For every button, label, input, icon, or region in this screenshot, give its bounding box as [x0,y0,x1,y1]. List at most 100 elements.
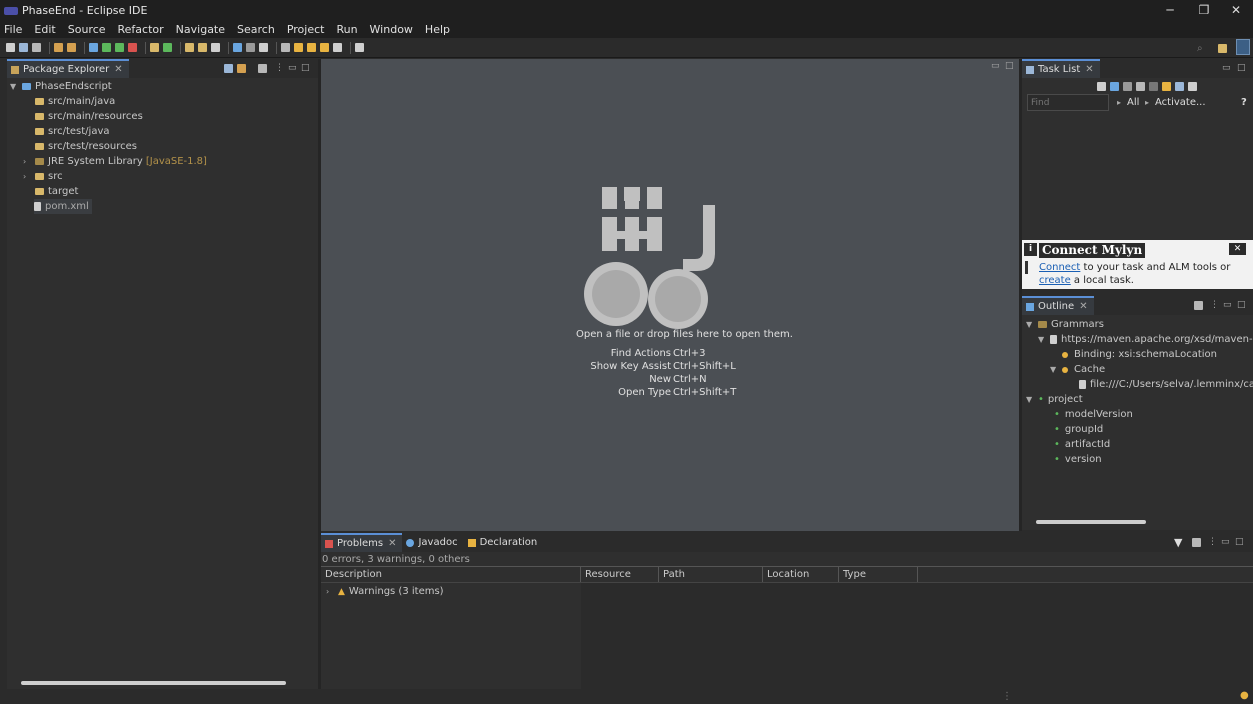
outline-node-groupid[interactable]: • groupId [1054,422,1103,437]
maximize-view-icon[interactable]: □ [301,63,310,73]
outline-node-project[interactable]: ▼ • project [1026,392,1083,407]
connect-link[interactable]: Connect [1039,262,1080,273]
scheduled-icon[interactable] [1123,81,1132,91]
maximize-view-icon[interactable]: □ [1005,61,1014,71]
run-icon[interactable] [102,43,111,52]
filter-icon[interactable]: ▼ [1174,536,1182,549]
tab-javadoc[interactable]: Javadoc [402,533,463,552]
close-icon[interactable]: ✕ [1085,64,1093,75]
chevron-down-icon[interactable]: ▼ [1026,320,1034,329]
open-task-icon[interactable] [198,43,207,52]
outline-node-grammars[interactable]: ▼ Grammars [1026,317,1104,332]
menu-edit[interactable]: Edit [34,23,55,36]
pencil-icon[interactable] [211,43,220,52]
outline-node-schema[interactable]: ▼ https://maven.apache.org/xsd/maven-4.0… [1038,332,1253,347]
create-link[interactable]: create [1039,275,1071,286]
chevron-right-icon[interactable]: › [326,587,334,596]
activate-link[interactable]: Activate... [1155,97,1206,108]
menu-run[interactable]: Run [336,23,357,36]
java-perspective-icon[interactable] [1236,39,1250,55]
tree-item-src-main-java[interactable]: src/main/java [35,94,115,109]
filter-all-link[interactable]: All [1127,97,1139,108]
column-type[interactable]: Type [839,567,918,582]
menu-help[interactable]: Help [425,23,450,36]
tab-problems[interactable]: Problems ✕ [321,533,403,552]
external-tools-icon[interactable] [128,43,137,52]
new-task-icon[interactable] [1097,81,1106,91]
outline-node-modelversion[interactable]: • modelVersion [1054,407,1133,422]
menu-search[interactable]: Search [237,23,275,36]
minimize-button[interactable]: ─ [1153,0,1187,21]
save-all-icon[interactable] [32,43,41,52]
new-icon[interactable] [6,43,15,52]
next-annotation-icon[interactable] [281,43,290,52]
focus-icon[interactable] [258,64,267,73]
sync-icon[interactable] [1162,81,1171,91]
new-package-icon[interactable] [150,43,159,52]
tree-item-target[interactable]: target [35,184,78,199]
horizontal-scrollbar[interactable] [1036,520,1146,524]
close-icon[interactable]: ✕ [1229,243,1246,255]
horizontal-scrollbar[interactable] [21,681,286,685]
chevron-down-icon[interactable]: ▼ [10,82,18,91]
minimize-view-icon[interactable]: ▭ [1222,63,1231,73]
maximize-view-icon[interactable]: □ [1237,63,1246,73]
collapse-all-icon[interactable] [1175,81,1184,91]
collapse-all-icon[interactable] [224,64,233,73]
help-icon[interactable]: ? [1241,97,1247,108]
menu-file[interactable]: File [4,23,22,36]
tree-item-jre-library[interactable]: › JRE System Library [JavaSE-1.8] [23,154,207,169]
menu-refactor[interactable]: Refactor [118,23,164,36]
redo-icon[interactable] [67,43,76,52]
save-icon[interactable] [19,43,28,52]
minimize-view-icon[interactable]: ▭ [1221,537,1230,547]
open-type-icon[interactable] [185,43,194,52]
categorized-icon[interactable] [1110,81,1119,91]
forward-arrow-icon[interactable] [320,43,329,52]
menu-navigate[interactable]: Navigate [176,23,225,36]
prev-edit-icon[interactable] [294,43,303,52]
maximize-button[interactable]: ❐ [1187,0,1221,21]
focus-icon[interactable] [1136,81,1145,91]
minimize-view-icon[interactable]: ▭ [991,61,1000,71]
tab-declaration[interactable]: Declaration [464,533,544,552]
outline-node-binding[interactable]: Binding: xsi:schemaLocation [1062,347,1217,362]
table-row[interactable]: › ▲ Warnings (3 items) [326,584,444,599]
debug-icon[interactable] [89,43,98,52]
back-arrow-icon[interactable] [307,43,316,52]
chevron-right-icon[interactable]: › [23,157,31,166]
tab-outline[interactable]: Outline ✕ [1022,296,1094,315]
chevron-down-icon[interactable]: ▼ [1050,365,1058,374]
coverage-icon[interactable] [115,43,124,52]
focus-icon[interactable] [1192,538,1201,547]
column-location[interactable]: Location [763,567,839,582]
view-menu-icon[interactable] [1188,81,1197,91]
close-icon[interactable]: ✕ [388,538,396,549]
tree-item-src-test-java[interactable]: src/test/java [35,124,110,139]
toggle-mark-icon[interactable] [246,43,255,52]
tab-package-explorer[interactable]: Package Explorer ✕ [7,59,129,78]
view-menu-icon[interactable]: ⋮ [275,63,284,73]
hide-completed-icon[interactable] [1149,81,1158,91]
menu-source[interactable]: Source [68,23,106,36]
view-menu-icon[interactable]: ⋮ [1208,537,1217,547]
outline-node-version[interactable]: • version [1054,452,1102,467]
last-edit-icon[interactable] [333,43,342,52]
tree-item-pom[interactable]: pom.xml [34,199,92,214]
close-icon[interactable]: ✕ [114,64,122,75]
terminal-icon[interactable] [355,43,364,52]
outline-node-cache[interactable]: ▼ Cache [1050,362,1105,377]
open-perspective-icon[interactable] [1218,44,1227,53]
close-icon[interactable]: ✕ [1079,301,1087,312]
menu-window[interactable]: Window [370,23,413,36]
editor-area[interactable]: ▭ □ Open a file or drop files here to op… [321,59,1019,531]
close-button[interactable]: ✕ [1219,0,1253,21]
column-path[interactable]: Path [659,567,763,582]
maximize-view-icon[interactable]: □ [1235,537,1244,547]
task-find-input[interactable] [1027,94,1109,111]
minimize-view-icon[interactable]: ▭ [288,63,297,73]
search-icon[interactable]: ⌕ [1197,43,1203,54]
menu-project[interactable]: Project [287,23,325,36]
new-class-icon[interactable] [163,43,172,52]
outline-node-cache-file[interactable]: file:///C:/Users/selva/.lemminx/cache/ [1079,377,1253,392]
